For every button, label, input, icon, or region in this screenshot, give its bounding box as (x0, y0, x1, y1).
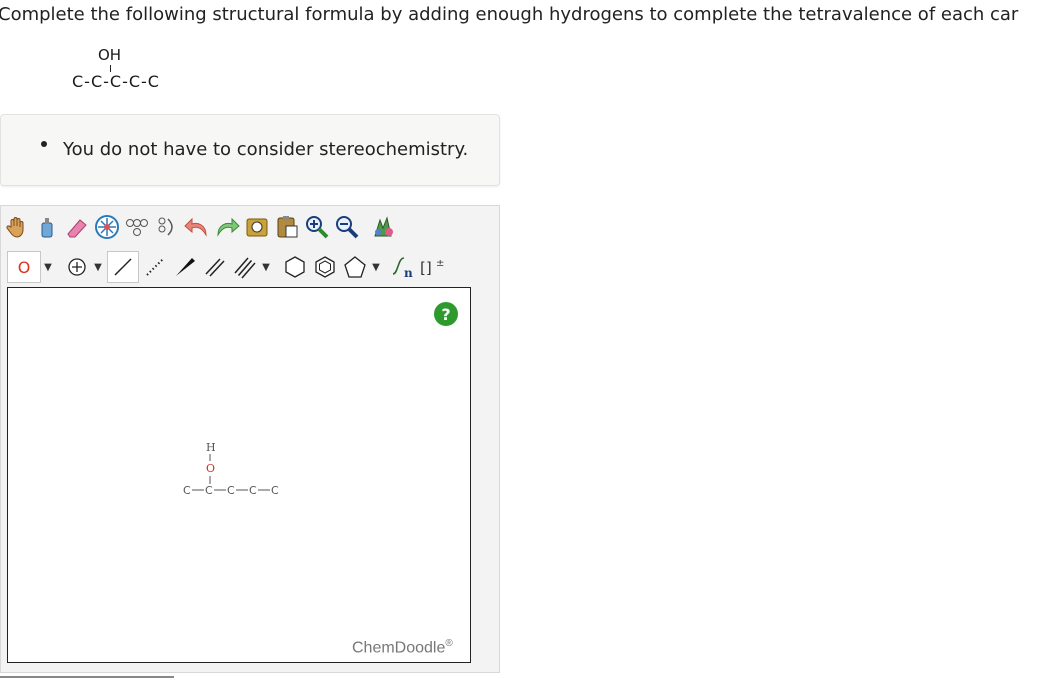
repeat-label: n (404, 266, 413, 280)
chemdoodle-editor: O ▼ ▼ ▼ ▼ n [] ± ? H O C C C C C ChemDoo… (0, 205, 500, 673)
chevron-down-icon[interactable]: ▼ (371, 262, 381, 273)
given-structural-formula: OH C-C-C-C-C (68, 42, 198, 102)
wedge-bond-icon[interactable] (171, 252, 199, 282)
hydroxyl-label: OH (98, 46, 122, 64)
carbon-atom-1: C (183, 484, 191, 497)
cyclohexane-icon[interactable] (281, 252, 309, 282)
hydroxyl-bond (110, 65, 111, 72)
registered-mark: ® (445, 638, 453, 649)
charge-icon[interactable] (63, 252, 91, 282)
clean-icon[interactable] (123, 212, 151, 242)
center-icon[interactable] (93, 212, 121, 242)
chemdoodle-brand: ChemDoodle® (352, 638, 453, 657)
charge-mark: ± (436, 258, 444, 269)
paste-icon[interactable] (273, 212, 301, 242)
benzene-icon[interactable] (311, 252, 339, 282)
element-selector[interactable]: O (7, 251, 41, 283)
eraser-icon[interactable] (63, 212, 91, 242)
carbon-atom-2: C (205, 484, 213, 497)
double-bond-icon[interactable] (201, 252, 229, 282)
brackets-label: [] (420, 259, 432, 277)
bracket-icon[interactable]: [] ± (419, 252, 447, 282)
dotted-bond-icon[interactable] (141, 252, 169, 282)
hand-icon[interactable] (3, 212, 31, 242)
toolbar-row-2: O ▼ ▼ ▼ ▼ n [] ± (3, 249, 449, 285)
hint-text: You do not have to consider stereochemis… (63, 139, 469, 160)
help-button[interactable]: ? (434, 302, 458, 326)
carbon-atom-5: C (271, 484, 279, 497)
chevron-down-icon[interactable]: ▼ (43, 262, 53, 273)
hydrogen-atom: H (206, 441, 216, 454)
cyclopentane-icon[interactable] (341, 252, 369, 282)
repeat-unit-icon[interactable]: n (389, 252, 417, 282)
drawing-canvas[interactable]: ? H O C C C C C ChemDoodle® (7, 287, 471, 663)
triple-bond-icon[interactable] (231, 252, 259, 282)
settings-icon[interactable] (369, 212, 397, 242)
copy-icon[interactable] (243, 212, 271, 242)
question-text: Complete the following structural formul… (0, 4, 1019, 25)
single-bond-icon[interactable] (107, 251, 139, 283)
carbon-atom-3: C (227, 484, 235, 497)
carbon-atom-4: C (249, 484, 257, 497)
editor-toolbar: O ▼ ▼ ▼ ▼ n [] ± (3, 209, 497, 285)
undo-icon[interactable] (183, 212, 211, 242)
perspective-icon[interactable] (153, 212, 181, 242)
oxygen-atom: O (206, 462, 215, 475)
toolbar-row-1 (3, 209, 399, 245)
zoom-out-icon[interactable] (333, 212, 361, 242)
bullet-icon (41, 141, 47, 147)
zoom-in-icon[interactable] (303, 212, 331, 242)
brand-name: ChemDoodle (352, 639, 446, 657)
redo-icon[interactable] (213, 212, 241, 242)
hint-box: You do not have to consider stereochemis… (0, 114, 500, 186)
molecule-drawing[interactable]: H O C C C C C (178, 440, 318, 510)
chevron-down-icon[interactable]: ▼ (93, 262, 103, 273)
chevron-down-icon[interactable]: ▼ (261, 262, 271, 273)
carbon-chain: C-C-C-C-C (72, 72, 160, 91)
lasso-icon[interactable] (33, 212, 61, 242)
